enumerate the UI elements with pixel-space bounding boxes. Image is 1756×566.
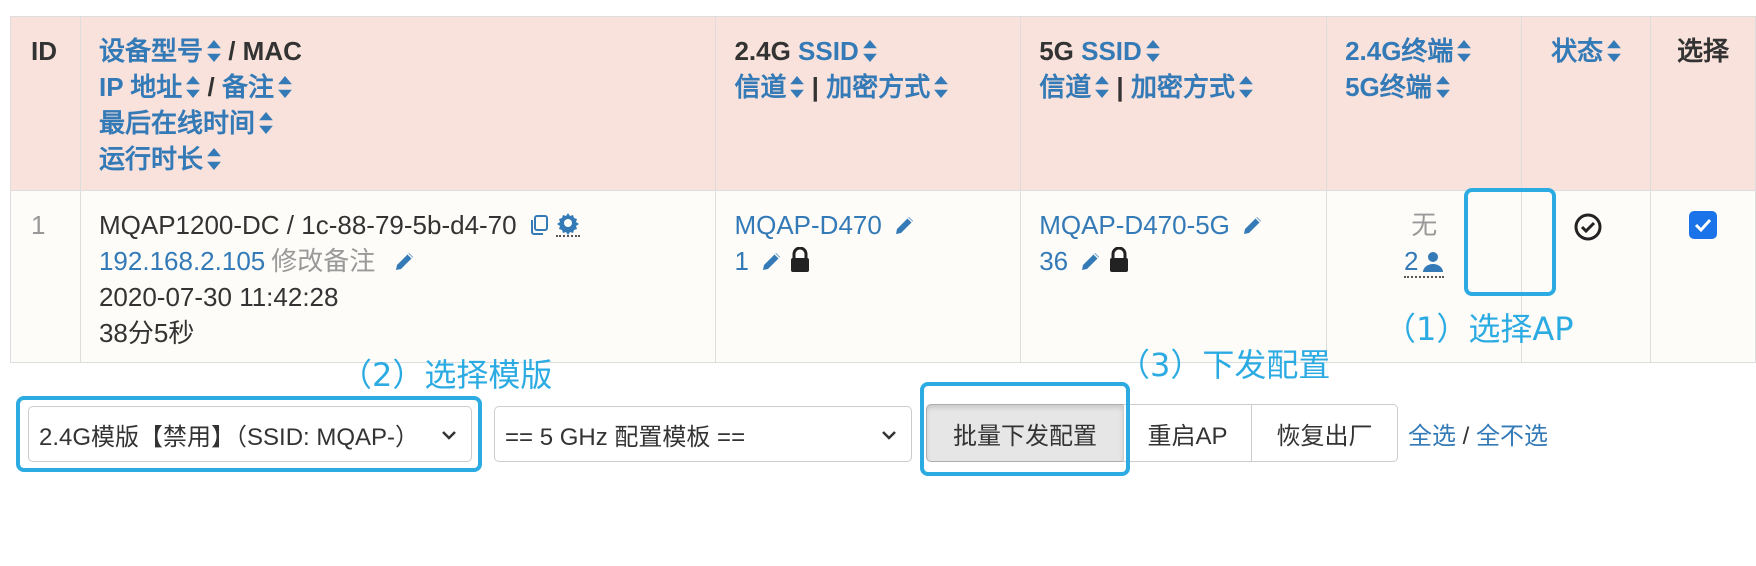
pencil-icon[interactable] [1079,249,1103,273]
sort-icon [207,148,221,170]
check-circle-icon [1574,213,1602,241]
sort-icon [186,76,201,98]
sort-icon [862,40,877,62]
header-select-label: 选择 [1676,36,1729,66]
sort-icon [1239,76,1253,98]
cell-ssid24: MQAP-D470 1 [715,190,1022,363]
channel24-link[interactable]: 1 [734,246,748,276]
sort-icon [207,40,221,62]
sort-icon [259,112,273,134]
checkbox-checked[interactable] [1689,211,1717,239]
sort-model-link[interactable]: 设备型号 [99,36,221,66]
annotation-step2: （2）选择模版 [340,356,553,394]
template5-select[interactable]: == 5 GHz 配置模板 == [494,406,912,462]
header-select: 选择 [1650,16,1756,191]
sort-encryption24-link[interactable]: 加密方式 [826,72,949,102]
template24-select[interactable]: 2.4G模版【禁用】（SSID: MQAP-） [28,406,472,462]
cell-id: 1 [10,190,81,363]
row-select-checkbox[interactable] [1689,211,1717,239]
sort-terminals5-link[interactable]: 5G终端 [1345,72,1450,102]
sort-uptime-link[interactable]: 运行时长 [99,144,221,174]
last-online-text: 2020-07-30 11:42:28 [98,282,339,312]
header-id-label: ID [31,36,57,66]
template5-selected-value: == 5 GHz 配置模板 == [505,423,746,451]
annotation-step3: （3）下发配置 [1118,346,1331,384]
header-ssid24: 2.4G SSID 信道 | 加密方式 [715,16,1022,191]
sort-status-link[interactable]: 状态 [1551,36,1622,66]
sort-last-online-link[interactable]: 最后在线时间 [99,108,273,138]
chevron-down-icon [442,431,456,440]
pencil-icon[interactable] [893,213,917,237]
sort-icon [1095,76,1110,98]
factory-reset-button[interactable]: 恢复出厂 [1251,404,1398,462]
ssid24-link[interactable]: MQAP-D470 [734,210,881,240]
chevron-down-icon [882,431,896,440]
select-all-link[interactable]: 全选 [1408,423,1456,450]
pencil-icon[interactable] [1241,213,1265,237]
sort-ssid24-link[interactable]: SSID [798,36,877,66]
sort-note-link[interactable]: 备注 [222,72,292,102]
sort-icon [1457,40,1472,62]
table-header-row: ID 设备型号 / MAC IP 地址 / 备注 最后在线时间 运行时长 2.4… [10,16,1756,191]
sort-ssid5-link[interactable]: SSID [1081,36,1160,66]
terminals5-link[interactable]: 2 [1403,246,1445,278]
uptime-text: 38分5秒 [98,318,195,348]
model-mac-text: MQAP1200-DC / 1c-88-79-5b-d4-70 [98,210,517,240]
header-terminals: 2.4G终端 5G终端 [1326,16,1523,191]
header-device: 设备型号 / MAC IP 地址 / 备注 最后在线时间 运行时长 [79,16,717,191]
sort-icon [278,76,292,98]
template24-selected-value: 2.4G模版【禁用】（SSID: MQAP-） [39,423,420,451]
copy-icon[interactable] [528,213,552,237]
sort-icon [1607,40,1622,62]
sort-icon [1145,40,1160,62]
cell-select [1650,190,1756,363]
select-none-link[interactable]: 全不选 [1476,423,1548,450]
reboot-ap-button[interactable]: 重启AP [1123,404,1252,462]
cell-ssid5: MQAP-D470-5G 36 [1020,190,1328,363]
checkmark-icon [1694,218,1712,233]
pencil-icon[interactable] [760,249,784,273]
sort-icon [790,76,805,98]
sort-channel24-link[interactable]: 信道 [734,72,805,102]
lock-icon [788,247,812,273]
sort-icon [934,76,949,98]
cell-device: MQAP1200-DC / 1c-88-79-5b-d4-70 192.168.… [79,190,717,363]
lock-icon [1107,247,1131,273]
batch-push-config-button[interactable]: 批量下发配置 [926,404,1124,462]
ssid5-link[interactable]: MQAP-D470-5G [1039,210,1230,240]
ip-link[interactable]: 192.168.2.105 [99,246,265,276]
sort-ip-link[interactable]: IP 地址 [99,72,201,102]
annotation-step1: （1）选择AP [1384,310,1574,348]
header-id: ID [10,16,81,191]
gear-icon[interactable] [555,211,580,237]
edit-note-label[interactable]: 修改备注 [271,246,375,276]
terminals24-text: 无 [1411,210,1438,240]
select-links: 全选 / 全不选 [1408,416,1548,451]
header-ssid5: 5G SSID 信道 | 加密方式 [1020,16,1328,191]
pencil-icon[interactable] [393,249,417,273]
user-icon [1422,251,1444,273]
sort-icon [1435,76,1450,98]
select-links-separator: / [1456,423,1477,450]
channel5-link[interactable]: 36 [1039,246,1068,276]
sort-encryption5-link[interactable]: 加密方式 [1131,72,1253,102]
action-button-group: 批量下发配置 重启AP 恢复出厂 [926,404,1398,462]
sort-terminals24-link[interactable]: 2.4G终端 [1345,36,1472,66]
header-status: 状态 [1521,16,1651,191]
sort-channel5-link[interactable]: 信道 [1039,72,1110,102]
